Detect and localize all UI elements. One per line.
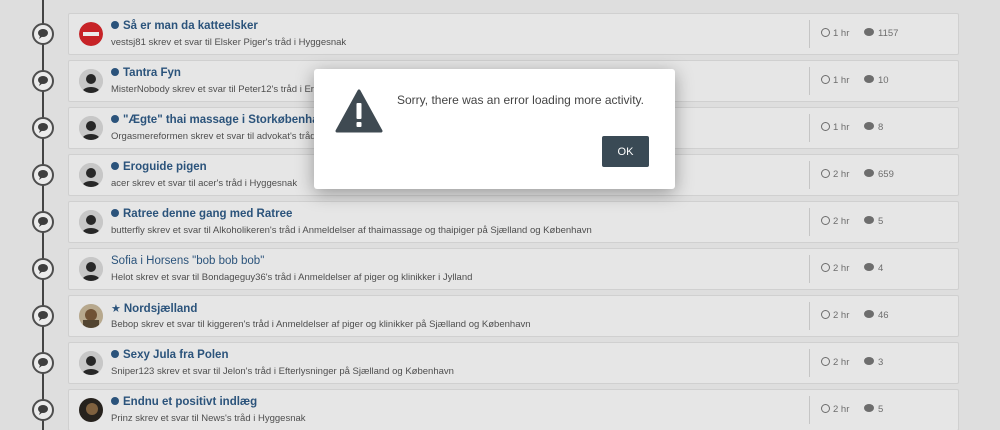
ok-button[interactable]: OK xyxy=(602,136,649,167)
modal-overlay xyxy=(0,0,1000,430)
dialog-message: Sorry, there was an error loading more a… xyxy=(397,93,644,107)
error-dialog: Sorry, there was an error loading more a… xyxy=(314,69,675,189)
warning-icon xyxy=(335,89,383,133)
